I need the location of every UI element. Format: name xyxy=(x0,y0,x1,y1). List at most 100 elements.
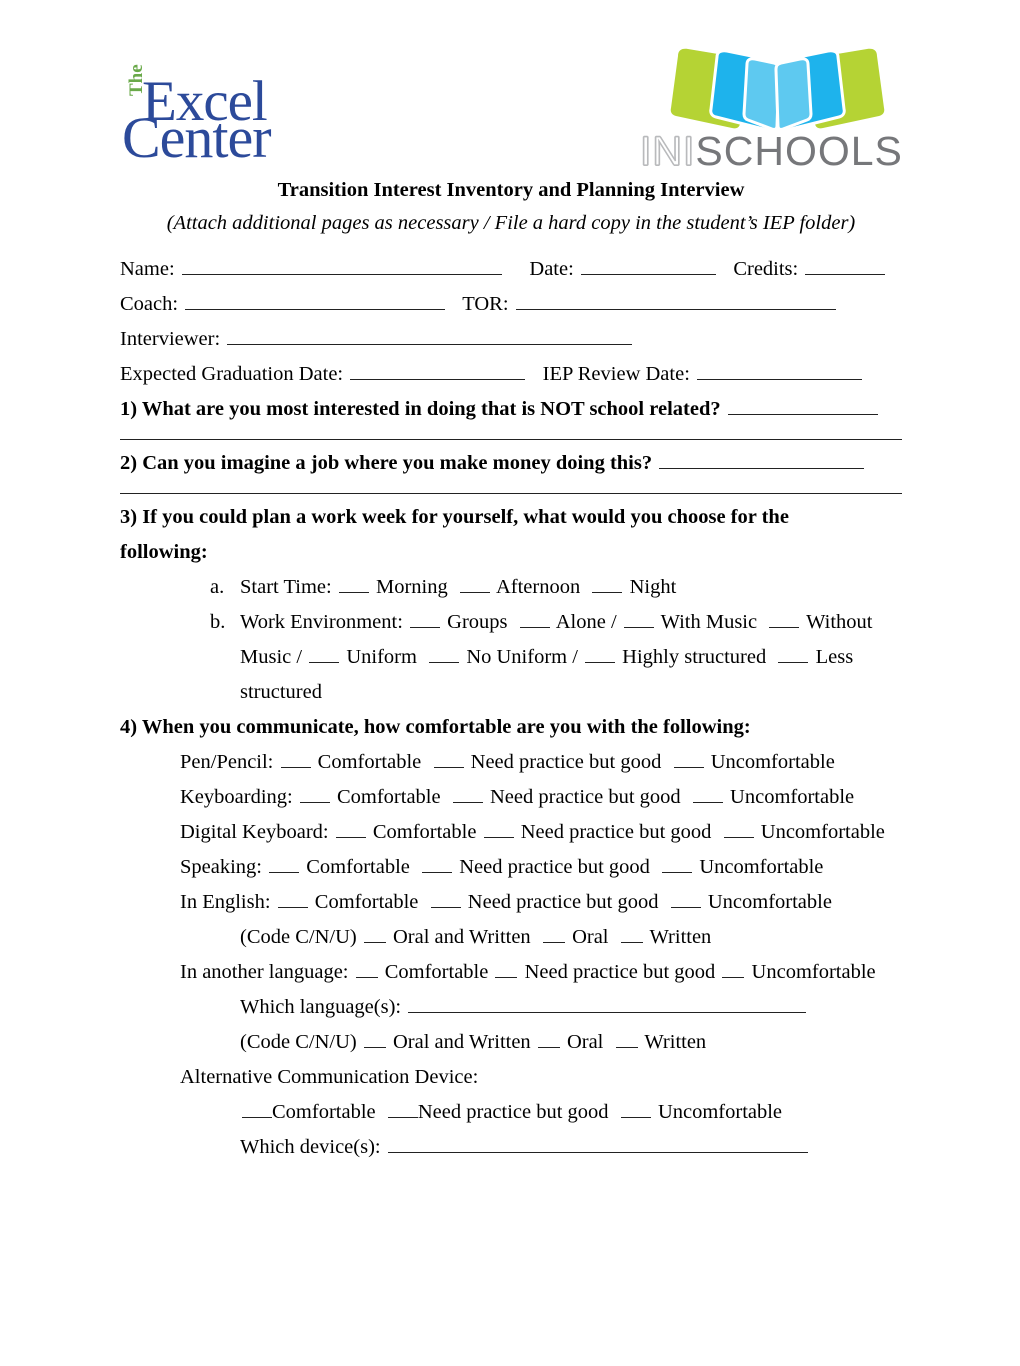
which-device-label: Which device(s): xyxy=(240,1136,381,1158)
alt-device-need-practice-blank[interactable] xyxy=(387,1098,418,1118)
keyboarding-label: Keyboarding: xyxy=(180,786,293,808)
comm-row-in-english: In English: Comfortable Need practice bu… xyxy=(120,885,902,920)
pen-pencil-need-practice-blank[interactable] xyxy=(433,748,464,768)
speaking-uncomfortable-label: Uncomfortable xyxy=(699,856,824,878)
excel-logo-center-text: Center xyxy=(122,105,272,170)
document-header: The Excel Center INISCHOOLS xyxy=(0,46,1020,176)
iep-review-label: IEP Review Date: xyxy=(542,363,690,385)
pen-pencil-label: Pen/Pencil: xyxy=(180,751,274,773)
question-2-input[interactable] xyxy=(659,449,865,469)
name-input[interactable] xyxy=(181,255,502,275)
interviewer-row: Interviewer: xyxy=(120,322,902,357)
in-english-comfortable-blank[interactable] xyxy=(277,888,308,908)
work-env-no-uniform-blank[interactable] xyxy=(429,643,460,663)
coach-tor-row: Coach: TOR: xyxy=(120,287,902,322)
alt-device-uncomfortable-label: Uncomfortable xyxy=(657,1101,783,1123)
list-marker-b: b. xyxy=(210,611,226,633)
in-english-uncomfortable-blank[interactable] xyxy=(670,888,701,908)
in-english-label: In English: xyxy=(180,891,271,913)
alt-device-row: Alternative Communication Device: xyxy=(120,1060,902,1095)
tor-label: TOR: xyxy=(462,293,509,315)
credits-label: Credits: xyxy=(733,258,799,280)
iep-review-input[interactable] xyxy=(697,360,863,380)
work-env-with-music-blank[interactable] xyxy=(623,608,654,628)
pen-pencil-comfortable-label: Comfortable xyxy=(317,751,422,773)
another-language-code-oral-written-blank[interactable] xyxy=(363,1028,386,1048)
speaking-need-practice-blank[interactable] xyxy=(422,853,453,873)
another-language-comfortable-blank[interactable] xyxy=(355,958,378,978)
speaking-need-practice-label: Need practice but good xyxy=(459,856,650,878)
question-1-input[interactable] xyxy=(727,395,878,415)
tor-input[interactable] xyxy=(515,290,836,310)
speaking-uncomfortable-blank[interactable] xyxy=(662,853,693,873)
start-time-night-blank[interactable] xyxy=(592,573,623,593)
credits-input[interactable] xyxy=(805,255,886,275)
question-1-answer-line[interactable] xyxy=(120,439,902,440)
expected-graduation-label: Expected Graduation Date: xyxy=(120,363,344,385)
interviewer-label: Interviewer: xyxy=(120,328,221,350)
keyboarding-comfortable-label: Comfortable xyxy=(336,786,441,808)
question-2-answer-line[interactable] xyxy=(120,493,902,494)
in-english-need-practice-blank[interactable] xyxy=(430,888,461,908)
which-language-input[interactable] xyxy=(408,993,807,1013)
english-code-label: (Code C/N/U) xyxy=(240,926,357,948)
speaking-comfortable-blank[interactable] xyxy=(269,853,300,873)
coach-input[interactable] xyxy=(185,290,446,310)
work-env-uniform-blank[interactable] xyxy=(309,643,340,663)
alt-device-uncomfortable-blank[interactable] xyxy=(620,1098,651,1118)
ini-schools-logo: INISCHOOLS xyxy=(639,46,910,176)
pen-pencil-uncomfortable-blank[interactable] xyxy=(673,748,704,768)
work-env-alone-blank[interactable] xyxy=(519,608,550,628)
another-language-need-practice-blank[interactable] xyxy=(495,958,518,978)
which-device-input[interactable] xyxy=(387,1133,808,1153)
excel-center-logo: The Excel Center xyxy=(122,64,422,176)
work-env-uniform-label: Uniform xyxy=(346,646,417,668)
expected-graduation-input[interactable] xyxy=(350,360,526,380)
work-env-groups-blank[interactable] xyxy=(410,608,441,628)
ini-wordmark-ini: INI xyxy=(639,127,696,174)
question-4: 4) When you communicate, how comfortable… xyxy=(120,710,902,745)
date-label: Date: xyxy=(529,258,574,280)
alt-device-comfortable-blank[interactable] xyxy=(242,1098,272,1118)
keyboarding-comfortable-blank[interactable] xyxy=(299,783,330,803)
another-language-code-oral-blank[interactable] xyxy=(537,1028,560,1048)
another-language-code-oral-label: Oral xyxy=(566,1031,604,1053)
speaking-label: Speaking: xyxy=(180,856,262,878)
ini-schools-wordmark: INISCHOOLS xyxy=(639,127,910,175)
page-title: Transition Interest Inventory and Planni… xyxy=(277,179,745,201)
question-4-text: 4) When you communicate, how comfortable… xyxy=(120,716,751,738)
another-language-uncomfortable-blank[interactable] xyxy=(722,958,745,978)
english-code-oral-written-label: Oral and Written xyxy=(392,926,531,948)
in-english-comfortable-label: Comfortable xyxy=(314,891,419,913)
start-time-afternoon-blank[interactable] xyxy=(459,573,490,593)
work-env-without-music-blank[interactable] xyxy=(769,608,800,628)
pen-pencil-comfortable-blank[interactable] xyxy=(280,748,311,768)
work-env-highly-structured-blank[interactable] xyxy=(585,643,616,663)
another-language-need-practice-label: Need practice but good xyxy=(524,961,716,983)
english-code-written-blank[interactable] xyxy=(620,923,643,943)
comm-row-pen-pencil: Pen/Pencil: Comfortable Need practice bu… xyxy=(120,745,902,780)
another-language-code-written-blank[interactable] xyxy=(615,1028,638,1048)
speaking-comfortable-label: Comfortable xyxy=(306,856,410,878)
digital-keyboard-comfortable-blank[interactable] xyxy=(335,818,366,838)
digital-keyboard-uncomfortable-blank[interactable] xyxy=(723,818,754,838)
another-language-comfortable-label: Comfortable xyxy=(384,961,489,983)
comm-row-keyboarding: Keyboarding: Comfortable Need practice b… xyxy=(120,780,902,815)
work-env-less-structured-blank[interactable] xyxy=(778,643,809,663)
work-env-groups-label: Groups xyxy=(447,611,508,633)
alt-device-options-row: Comfortable Need practice but good Uncom… xyxy=(120,1095,902,1130)
keyboarding-need-practice-blank[interactable] xyxy=(452,783,483,803)
question-1: 1) What are you most interested in doing… xyxy=(120,392,902,427)
english-code-oral-written-blank[interactable] xyxy=(363,923,386,943)
work-environment-label: Work Environment: xyxy=(240,611,403,633)
date-input[interactable] xyxy=(580,255,716,275)
comm-row-english-code: (Code C/N/U) Oral and Written Oral Writt… xyxy=(120,920,902,955)
start-time-night-label: Night xyxy=(629,576,677,598)
keyboarding-uncomfortable-blank[interactable] xyxy=(692,783,723,803)
which-language-label: Which language(s): xyxy=(240,996,402,1018)
english-code-oral-blank[interactable] xyxy=(542,923,565,943)
interviewer-input[interactable] xyxy=(227,325,633,345)
digital-keyboard-need-practice-blank[interactable] xyxy=(483,818,514,838)
start-time-morning-blank[interactable] xyxy=(338,573,369,593)
question-3-text: 3) If you could plan a work week for you… xyxy=(120,506,789,563)
